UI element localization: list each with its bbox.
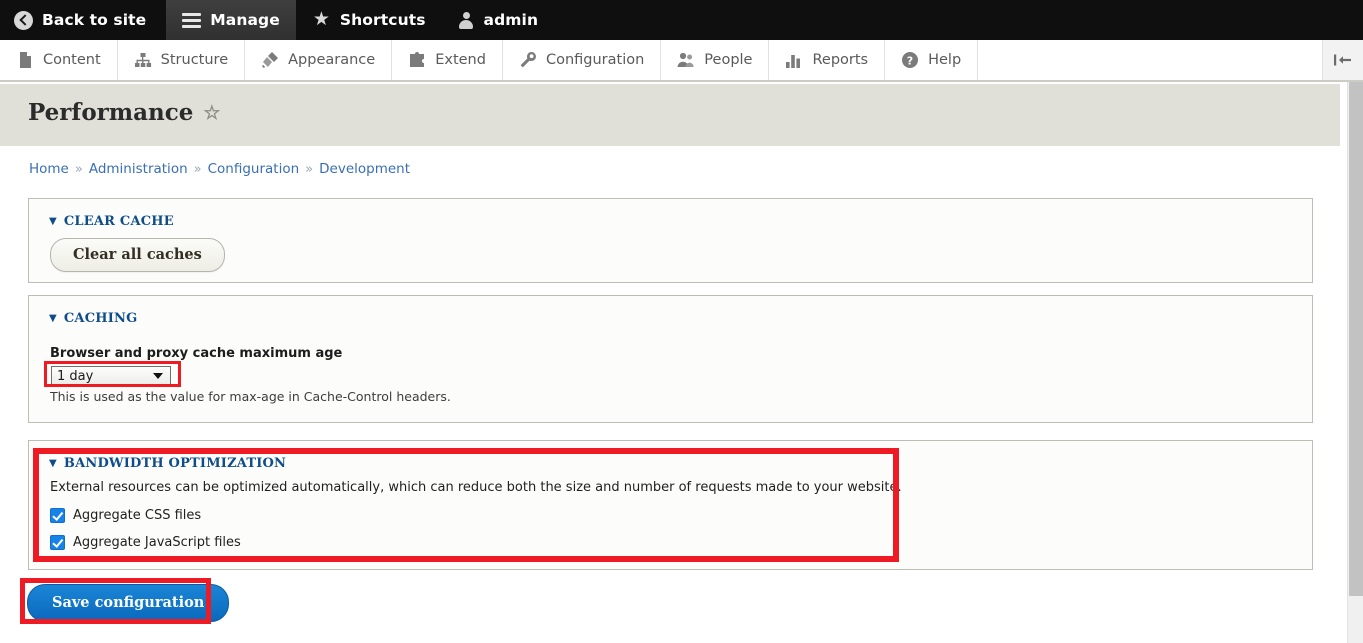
- clear-cache-legend-label: CLEAR CACHE: [63, 214, 174, 229]
- admin-toolbar: Back to site Manage ★ Shortcuts admin: [0, 0, 1363, 40]
- people-icon: [677, 52, 694, 67]
- admin-menu-bar: Content Structure Appearance Extend Conf…: [0, 40, 1363, 82]
- menu-bar-spacer: [978, 40, 1323, 80]
- menu-label-people: People: [704, 52, 753, 68]
- person-icon: [458, 11, 475, 30]
- breadcrumb-separator: »: [193, 161, 202, 177]
- cache-max-age-description: This is used as the value for max-age in…: [50, 389, 451, 404]
- page-title: Performance ☆: [28, 99, 220, 126]
- caching-legend[interactable]: ▼ CACHING: [49, 311, 137, 326]
- menu-label-reports: Reports: [812, 52, 869, 68]
- menu-label-content: Content: [43, 52, 101, 68]
- aggregate-javascript-label: Aggregate JavaScript files: [73, 535, 241, 550]
- star-icon: ★: [312, 8, 330, 30]
- caching-legend-label: CACHING: [63, 311, 138, 326]
- bandwidth-legend-label: BANDWIDTH OPTIMIZATION: [63, 456, 287, 471]
- aggregate-css-label: Aggregate CSS files: [73, 508, 202, 523]
- breadcrumb-item-configuration[interactable]: Configuration: [208, 161, 300, 177]
- aggregate-css-row[interactable]: Aggregate CSS files: [50, 508, 201, 523]
- bandwidth-description: External resources can be optimized auto…: [50, 480, 902, 495]
- back-to-site-tab[interactable]: Back to site: [0, 0, 166, 40]
- aggregate-javascript-row[interactable]: Aggregate JavaScript files: [50, 535, 241, 550]
- clear-all-caches-button[interactable]: Clear all caches: [50, 238, 225, 272]
- caching-panel: ▼ CACHING Browser and proxy cache maximu…: [28, 295, 1313, 423]
- aggregate-javascript-checkbox[interactable]: [50, 535, 65, 550]
- menu-label-structure: Structure: [160, 52, 229, 68]
- menu-item-help[interactable]: ? Help: [885, 40, 979, 80]
- breadcrumb-separator: »: [74, 161, 83, 177]
- save-configuration-button[interactable]: Save configuration: [27, 584, 230, 622]
- breadcrumb: Home » Administration » Configuration » …: [29, 161, 410, 177]
- shortcuts-tab[interactable]: ★ Shortcuts: [296, 0, 442, 40]
- cache-max-age-select[interactable]: 1 day: [51, 366, 171, 386]
- manage-label: Manage: [210, 11, 280, 29]
- hamburger-icon: [182, 12, 202, 28]
- breadcrumb-item-administration[interactable]: Administration: [89, 161, 188, 177]
- wrench-icon: [520, 51, 536, 68]
- breadcrumb-item-home[interactable]: Home: [29, 161, 69, 177]
- menu-item-configuration[interactable]: Configuration: [503, 40, 662, 80]
- bandwidth-legend[interactable]: ▼ BANDWIDTH OPTIMIZATION: [49, 456, 286, 471]
- paintbrush-icon: [262, 52, 279, 69]
- user-account-label: admin: [483, 11, 539, 29]
- menu-item-appearance[interactable]: Appearance: [245, 40, 393, 80]
- bandwidth-optimization-panel: ▼ BANDWIDTH OPTIMIZATION External resour…: [28, 440, 1313, 570]
- breadcrumb-item-development[interactable]: Development: [319, 161, 410, 177]
- menu-item-content[interactable]: Content: [0, 40, 118, 80]
- menu-label-appearance: Appearance: [288, 52, 376, 68]
- vertical-scrollbar[interactable]: [1347, 82, 1363, 643]
- chevron-down-icon: ▼: [49, 458, 57, 469]
- back-circle-icon: [14, 10, 33, 30]
- bar-chart-icon: [786, 55, 801, 68]
- star-outline-icon[interactable]: ☆: [203, 103, 220, 123]
- aggregate-css-checkbox[interactable]: [50, 508, 65, 523]
- menu-label-help: Help: [928, 52, 962, 68]
- shortcuts-label: Shortcuts: [339, 11, 426, 29]
- page-title-text: Performance: [28, 99, 194, 126]
- chevron-down-icon: ▼: [49, 313, 57, 324]
- breadcrumb-separator: »: [305, 161, 314, 177]
- clear-cache-panel: ▼ CLEAR CACHE Clear all caches: [28, 198, 1313, 283]
- collapse-toolbar-button[interactable]: [1323, 40, 1363, 80]
- cache-max-age-value: 1 day: [57, 368, 94, 384]
- manage-tab[interactable]: Manage: [166, 0, 296, 40]
- menu-label-extend: Extend: [435, 52, 486, 68]
- chevron-down-icon: ▼: [49, 216, 57, 227]
- collapse-toolbar-icon: [1334, 54, 1351, 66]
- chevron-down-icon: [153, 373, 163, 379]
- menu-item-people[interactable]: People: [661, 40, 770, 80]
- menu-item-extend[interactable]: Extend: [392, 40, 503, 80]
- user-account-tab[interactable]: admin: [442, 0, 555, 40]
- menu-item-structure[interactable]: Structure: [118, 40, 246, 80]
- back-to-site-label: Back to site: [42, 11, 147, 29]
- svg-text:?: ?: [907, 54, 913, 67]
- clear-cache-legend[interactable]: ▼ CLEAR CACHE: [49, 214, 174, 229]
- scrollbar-thumb[interactable]: [1349, 82, 1363, 596]
- cache-max-age-label: Browser and proxy cache maximum age: [50, 346, 343, 361]
- title-band-gutter: [1340, 84, 1347, 146]
- document-icon: [20, 52, 31, 68]
- sitemap-icon: [134, 53, 151, 67]
- page-title-band: Performance ☆: [0, 84, 1340, 146]
- menu-label-configuration: Configuration: [545, 52, 645, 68]
- menu-item-reports[interactable]: Reports: [769, 40, 886, 80]
- question-mark-icon: ?: [902, 52, 919, 68]
- puzzle-icon: [410, 52, 425, 67]
